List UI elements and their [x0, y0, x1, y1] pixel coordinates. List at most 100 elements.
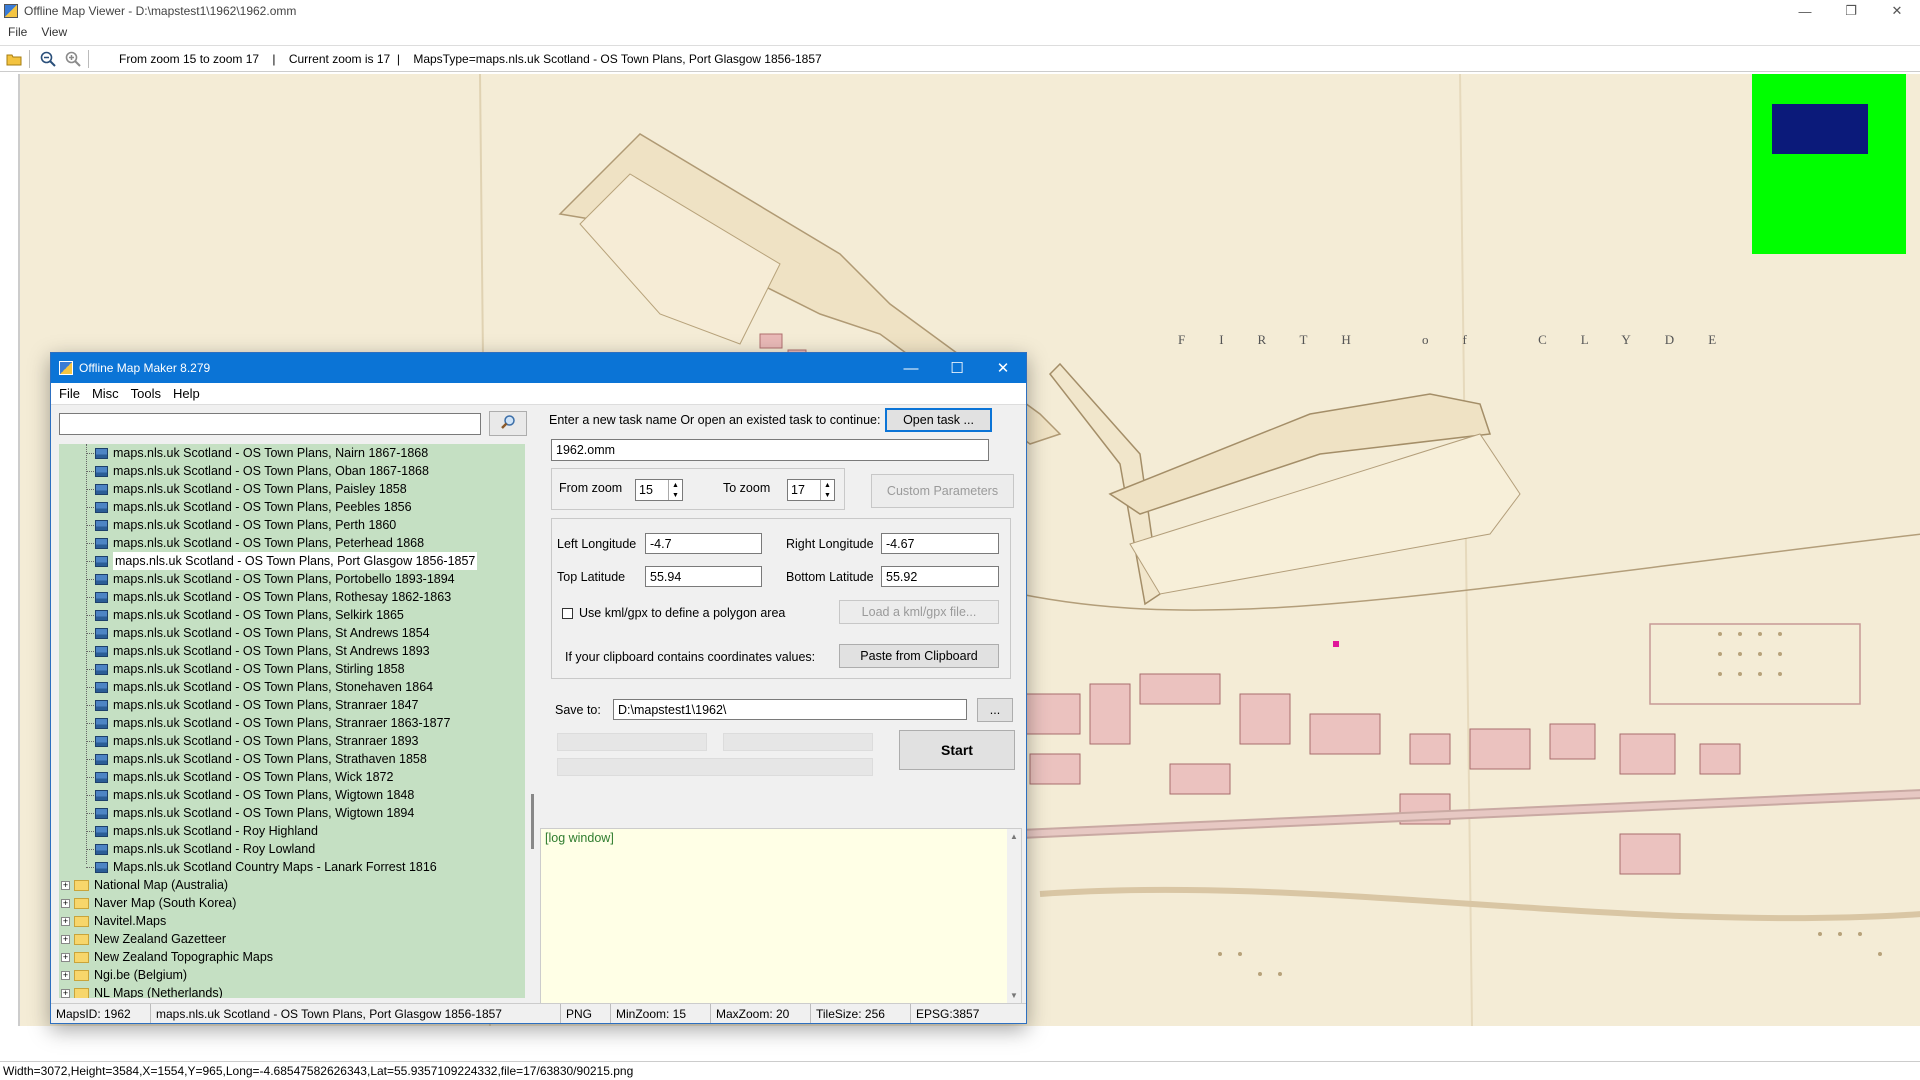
dialog-menu-tools[interactable]: Tools: [131, 386, 161, 401]
search-icon: [500, 414, 516, 433]
tree-map-item[interactable]: maps.nls.uk Scotland - OS Town Plans, Pa…: [59, 480, 525, 498]
tree-map-item[interactable]: maps.nls.uk Scotland - OS Town Plans, St…: [59, 642, 525, 660]
log-scrollbar[interactable]: ▲ ▼: [1007, 829, 1021, 1003]
tree-map-item[interactable]: maps.nls.uk Scotland - OS Town Plans, Se…: [59, 606, 525, 624]
map-layer-icon: [95, 735, 108, 747]
expand-icon[interactable]: +: [61, 880, 70, 890]
tree-map-item[interactable]: maps.nls.uk Scotland - OS Town Plans, Ob…: [59, 462, 525, 480]
tree-map-item[interactable]: maps.nls.uk Scotland - OS Town Plans, Po…: [59, 552, 525, 570]
tree-item-label: Maps.nls.uk Scotland Country Maps - Lana…: [113, 860, 437, 874]
tree-folder-item[interactable]: + Naver Map (South Korea): [59, 894, 525, 912]
tree-map-item[interactable]: maps.nls.uk Scotland - OS Town Plans, St…: [59, 660, 525, 678]
search-input[interactable]: [59, 413, 481, 435]
dialog-titlebar[interactable]: Offline Map Maker 8.279 — ☐ ✕: [51, 353, 1026, 383]
tree-map-item[interactable]: maps.nls.uk Scotland - OS Town Plans, St…: [59, 678, 525, 696]
map-layer-icon: [95, 645, 108, 657]
tree-map-item[interactable]: maps.nls.uk Scotland - OS Town Plans, Pe…: [59, 498, 525, 516]
tree-item-label: maps.nls.uk Scotland - OS Town Plans, St…: [113, 626, 430, 640]
tree-map-item[interactable]: maps.nls.uk Scotland - Roy Highland: [59, 822, 525, 840]
dialog-maximize-icon[interactable]: ☐: [934, 353, 980, 383]
tree-map-item[interactable]: maps.nls.uk Scotland - OS Town Plans, Wi…: [59, 768, 525, 786]
status-epsg: EPSG:3857: [916, 1006, 980, 1021]
custom-parameters-button[interactable]: Custom Parameters: [871, 474, 1014, 508]
dialog-close-icon[interactable]: ✕: [980, 353, 1026, 383]
toolbar-separator: [88, 49, 89, 68]
tree-folder-item[interactable]: + Navitel.Maps: [59, 912, 525, 930]
expand-icon[interactable]: +: [61, 970, 70, 980]
close-icon[interactable]: ✕: [1874, 0, 1920, 22]
to-zoom-arrows[interactable]: ▲ ▼: [820, 480, 834, 500]
tree-folder-item[interactable]: + National Map (Australia): [59, 876, 525, 894]
zoom-out-icon[interactable]: [37, 48, 59, 70]
tree-map-item[interactable]: maps.nls.uk Scotland - OS Town Plans, Na…: [59, 444, 525, 462]
load-kml-button[interactable]: Load a kml/gpx file...: [839, 600, 999, 624]
from-zoom-spinner[interactable]: 15 ▲ ▼: [635, 479, 683, 501]
expand-icon[interactable]: +: [61, 916, 70, 926]
tree-map-item[interactable]: maps.nls.uk Scotland - Roy Lowland: [59, 840, 525, 858]
log-window[interactable]: [log window] ▲ ▼: [540, 828, 1022, 1004]
spin-down-icon[interactable]: ▼: [672, 492, 679, 499]
tree-scrollbar[interactable]: [527, 444, 539, 998]
viewer-menubar: File View: [0, 22, 1920, 42]
scroll-down-icon[interactable]: ▼: [1010, 991, 1018, 1000]
start-button[interactable]: Start: [899, 730, 1015, 770]
from-zoom-label: From zoom: [559, 481, 623, 495]
task-name-field[interactable]: 1962.omm: [551, 439, 989, 461]
dialog-app-icon: [59, 361, 73, 375]
open-folder-icon[interactable]: [3, 48, 25, 70]
tree-map-item[interactable]: maps.nls.uk Scotland - OS Town Plans, Wi…: [59, 786, 525, 804]
tree-map-item[interactable]: maps.nls.uk Scotland - OS Town Plans, Po…: [59, 570, 525, 588]
tree-folder-item[interactable]: + Ngi.be (Belgium): [59, 966, 525, 984]
menu-file[interactable]: File: [8, 25, 27, 39]
left-longitude-field[interactable]: -4.7: [645, 533, 762, 554]
save-to-field[interactable]: D:\mapstest1\1962\: [613, 699, 967, 720]
expand-icon[interactable]: +: [61, 898, 70, 908]
open-task-button[interactable]: Open task ...: [885, 408, 992, 432]
search-button[interactable]: [489, 411, 527, 436]
spin-down-icon[interactable]: ▼: [824, 492, 831, 499]
map-marker: [1333, 641, 1339, 647]
maps-tree[interactable]: maps.nls.uk Scotland - OS Town Plans, Na…: [59, 444, 525, 998]
tree-item-label: maps.nls.uk Scotland - OS Town Plans, St…: [113, 698, 419, 712]
spin-up-icon[interactable]: ▲: [672, 482, 679, 489]
from-zoom-arrows[interactable]: ▲ ▼: [668, 480, 682, 500]
bottom-latitude-field[interactable]: 55.92: [881, 566, 999, 587]
expand-icon[interactable]: +: [61, 952, 70, 962]
menu-view[interactable]: View: [41, 25, 67, 39]
tree-map-item[interactable]: maps.nls.uk Scotland - OS Town Plans, Pe…: [59, 534, 525, 552]
dialog-menu-help[interactable]: Help: [173, 386, 200, 401]
tree-map-item[interactable]: maps.nls.uk Scotland - OS Town Plans, St…: [59, 696, 525, 714]
tree-map-item[interactable]: Maps.nls.uk Scotland Country Maps - Lana…: [59, 858, 525, 876]
overview-viewport-rect[interactable]: [1772, 104, 1868, 154]
spin-up-icon[interactable]: ▲: [824, 482, 831, 489]
tree-folder-item[interactable]: + NL Maps (Netherlands): [59, 984, 525, 998]
dialog-minimize-icon[interactable]: —: [888, 353, 934, 383]
map-layer-icon: [95, 789, 108, 801]
minimize-icon[interactable]: —: [1782, 0, 1828, 22]
right-longitude-field[interactable]: -4.67: [881, 533, 999, 554]
restore-icon[interactable]: ❐: [1828, 0, 1874, 22]
expand-icon[interactable]: +: [61, 988, 70, 998]
to-zoom-spinner[interactable]: 17 ▲ ▼: [787, 479, 835, 501]
dialog-menu-misc[interactable]: Misc: [92, 386, 119, 401]
overview-minimap[interactable]: [1752, 74, 1906, 254]
tree-map-item[interactable]: maps.nls.uk Scotland - OS Town Plans, St…: [59, 732, 525, 750]
zoom-in-icon[interactable]: [62, 48, 84, 70]
browse-folder-button[interactable]: ...: [977, 698, 1013, 722]
tree-map-item[interactable]: maps.nls.uk Scotland - OS Town Plans, Ro…: [59, 588, 525, 606]
tree-item-label: maps.nls.uk Scotland - Roy Highland: [113, 824, 318, 838]
tree-map-item[interactable]: maps.nls.uk Scotland - OS Town Plans, Wi…: [59, 804, 525, 822]
scroll-up-icon[interactable]: ▲: [1010, 832, 1018, 841]
tree-folder-item[interactable]: + New Zealand Topographic Maps: [59, 948, 525, 966]
tree-scrollbar-thumb[interactable]: [531, 794, 534, 849]
use-kml-checkbox[interactable]: [562, 608, 573, 619]
top-latitude-field[interactable]: 55.94: [645, 566, 762, 587]
tree-map-item[interactable]: maps.nls.uk Scotland - OS Town Plans, St…: [59, 624, 525, 642]
tree-folder-item[interactable]: + New Zealand Gazetteer: [59, 930, 525, 948]
tree-map-item[interactable]: maps.nls.uk Scotland - OS Town Plans, St…: [59, 750, 525, 768]
tree-map-item[interactable]: maps.nls.uk Scotland - OS Town Plans, Pe…: [59, 516, 525, 534]
paste-from-clipboard-button[interactable]: Paste from Clipboard: [839, 644, 999, 668]
dialog-menu-file[interactable]: File: [59, 386, 80, 401]
tree-map-item[interactable]: maps.nls.uk Scotland - OS Town Plans, St…: [59, 714, 525, 732]
expand-icon[interactable]: +: [61, 934, 70, 944]
